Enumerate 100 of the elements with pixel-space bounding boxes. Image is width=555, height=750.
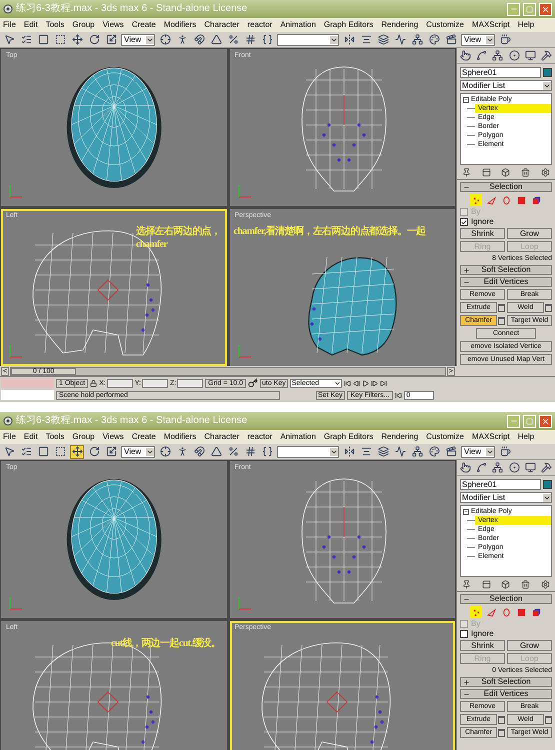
pointer-icon[interactable] xyxy=(460,462,471,473)
motion-icon[interactable] xyxy=(508,50,520,61)
menu-item[interactable]: Modifiers xyxy=(164,433,196,441)
element-mode-button[interactable] xyxy=(530,194,542,206)
collapse-box[interactable] xyxy=(463,508,469,514)
clapperboard-tool[interactable] xyxy=(444,444,458,458)
rollout-header[interactable]: Soft Selection xyxy=(460,677,552,687)
rollout-header[interactable]: Edit Vertices xyxy=(460,689,552,699)
move-tool[interactable] xyxy=(70,444,84,458)
view-dropdown[interactable]: View xyxy=(121,34,155,46)
network-tool[interactable] xyxy=(410,444,424,458)
menu-item[interactable]: Edit xyxy=(24,21,38,29)
hierarchy-icon[interactable] xyxy=(492,462,504,473)
menu-item[interactable]: reactor xyxy=(247,21,272,29)
rotate-tool[interactable] xyxy=(87,444,101,458)
object-color-swatch[interactable] xyxy=(543,480,552,489)
close-button[interactable] xyxy=(539,414,552,428)
coordinate-field[interactable] xyxy=(177,378,204,388)
graph-tool[interactable] xyxy=(393,32,407,46)
palette-tool[interactable] xyxy=(427,444,441,458)
mirror-tool[interactable] xyxy=(342,444,356,458)
hierarchy-icon[interactable] xyxy=(492,50,504,61)
menu-item[interactable]: Graph Editors xyxy=(324,433,374,441)
menu-item[interactable]: Rendering xyxy=(381,21,418,29)
dashed-square-tool[interactable] xyxy=(53,444,67,458)
trash-icon[interactable] xyxy=(521,168,530,176)
polygon-mode-button[interactable] xyxy=(515,606,527,618)
vertex-mode-button[interactable] xyxy=(470,194,482,206)
menu-item[interactable]: Animation xyxy=(280,433,316,441)
last-frame-icon[interactable] xyxy=(380,380,387,386)
menu-item[interactable]: MAXScript xyxy=(472,433,510,441)
magnet-tool[interactable] xyxy=(192,444,206,458)
scale-tool[interactable] xyxy=(104,32,118,46)
settings-button[interactable] xyxy=(545,716,552,724)
box-icon[interactable] xyxy=(501,168,510,176)
menu-item[interactable]: reactor xyxy=(247,433,272,441)
rollout-header[interactable]: Soft Selection xyxy=(460,265,552,275)
key-mode-icon[interactable] xyxy=(395,392,402,398)
coordinate-field[interactable] xyxy=(142,378,168,388)
settings-button[interactable] xyxy=(545,304,552,312)
layers-tool[interactable] xyxy=(376,444,390,458)
edge-mode-button[interactable] xyxy=(485,606,497,618)
panel-icon[interactable] xyxy=(482,168,491,176)
menu-item[interactable]: MAXScript xyxy=(472,21,510,29)
rollout-header[interactable]: Edit Vertices xyxy=(460,277,552,287)
motion-icon[interactable] xyxy=(508,462,520,473)
display-icon[interactable] xyxy=(524,50,536,61)
element-mode-button[interactable] xyxy=(530,606,542,618)
braces-tool[interactable] xyxy=(260,32,274,46)
menu-item[interactable]: Edit xyxy=(24,433,38,441)
object-name-field[interactable]: Sphere01 xyxy=(460,67,541,78)
settings-button[interactable] xyxy=(498,728,505,736)
panel-button[interactable]: Grow xyxy=(507,640,552,651)
first-frame-icon[interactable] xyxy=(344,380,351,386)
graph-tool[interactable] xyxy=(393,444,407,458)
crosshair-tool[interactable] xyxy=(158,444,172,458)
trash-icon[interactable] xyxy=(521,580,530,588)
menu-item[interactable]: Group xyxy=(72,433,95,441)
hammer-icon[interactable] xyxy=(541,462,552,473)
crosshair-tool[interactable] xyxy=(158,32,172,46)
panel-button[interactable]: Shrink xyxy=(460,640,505,651)
hammer-icon[interactable] xyxy=(541,50,552,61)
square-tool[interactable] xyxy=(36,32,50,46)
menu-item[interactable]: Group xyxy=(72,21,95,29)
settings-icon[interactable] xyxy=(540,168,550,176)
move-tool[interactable] xyxy=(70,32,84,46)
play-icon[interactable] xyxy=(362,380,369,386)
menu-item[interactable]: Views xyxy=(102,433,124,441)
box-icon[interactable] xyxy=(501,580,510,588)
menu-item[interactable]: Help xyxy=(518,21,534,29)
braces-tool[interactable] xyxy=(260,444,274,458)
teapot-tool[interactable] xyxy=(498,444,512,458)
view-dropdown[interactable]: View xyxy=(121,446,155,458)
display-icon[interactable] xyxy=(524,462,536,473)
settings-button[interactable] xyxy=(498,316,505,324)
collapse-box[interactable] xyxy=(463,96,469,102)
palette-tool[interactable] xyxy=(427,32,441,46)
rollout-header[interactable]: Selection xyxy=(460,182,552,192)
view-dropdown[interactable] xyxy=(277,34,339,46)
vertex-mode-button[interactable] xyxy=(470,606,482,618)
menu-item[interactable]: Tools xyxy=(46,21,64,29)
view-dropdown[interactable]: View xyxy=(461,34,495,46)
menu-item[interactable]: Character xyxy=(204,21,240,29)
modifier-list-dropdown[interactable]: Modifier List xyxy=(460,492,552,503)
pointer-icon[interactable] xyxy=(460,50,471,61)
modifier-list-dropdown[interactable]: Modifier List xyxy=(460,80,552,91)
previous-frame-icon[interactable] xyxy=(352,380,360,386)
menu-item[interactable]: Create xyxy=(132,21,156,29)
menu-item[interactable]: Create xyxy=(132,433,156,441)
menu-item[interactable]: File xyxy=(3,21,16,29)
menu-item[interactable]: Graph Editors xyxy=(324,21,374,29)
triangle-tool[interactable] xyxy=(209,444,223,458)
next-frame-icon[interactable] xyxy=(370,380,378,386)
view-dropdown[interactable]: View xyxy=(461,446,495,458)
dashed-square-tool[interactable] xyxy=(53,32,67,46)
settings-button[interactable] xyxy=(498,304,505,312)
mirror-tool[interactable] xyxy=(342,32,356,46)
rollout-header[interactable]: Selection xyxy=(460,594,552,604)
teapot-tool[interactable] xyxy=(498,32,512,46)
menu-item[interactable]: Animation xyxy=(280,21,316,29)
